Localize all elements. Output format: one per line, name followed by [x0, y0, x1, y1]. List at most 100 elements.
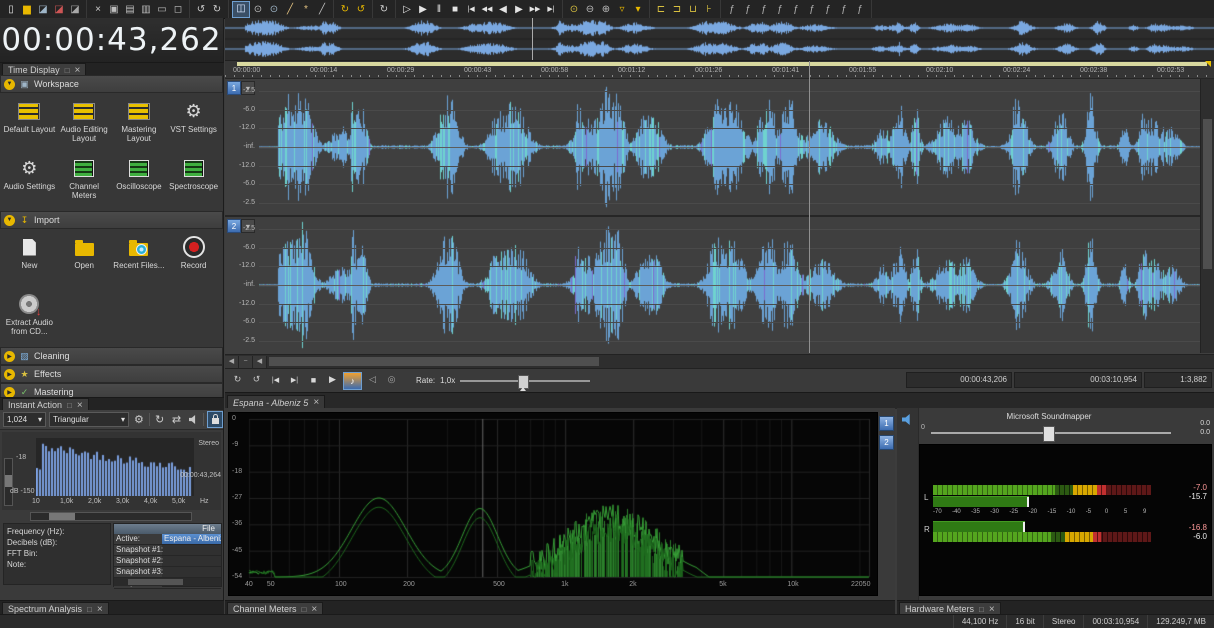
snap-4-icon[interactable]: ⊦	[701, 2, 717, 17]
scroll-left-icon[interactable]: ◀	[225, 355, 239, 368]
edit-tool-icon[interactable]: ╱	[282, 2, 298, 17]
forward-icon[interactable]: ▶	[511, 2, 527, 17]
speaker-mute-icon[interactable]: ◁	[364, 372, 381, 388]
spectrum-plot[interactable]: -18 dB -150 Stereo 00:00:43,264 10 1,0k 2,…	[2, 432, 221, 510]
action-spectroscope[interactable]: Spectroscope	[167, 153, 220, 208]
maximize-icon[interactable]	[67, 400, 72, 410]
maximize-icon[interactable]	[65, 65, 70, 75]
close-icon[interactable]	[97, 604, 103, 615]
expand-arrow-icon[interactable]: ▶	[4, 368, 15, 380]
script-4-icon[interactable]: ƒ	[772, 2, 788, 17]
lock-icon[interactable]	[207, 411, 223, 428]
scroll-left2-icon[interactable]: ◀	[253, 355, 267, 368]
script-2-icon[interactable]: ƒ	[740, 2, 756, 17]
save-icon[interactable]: ◪	[35, 2, 51, 17]
table-row-active[interactable]: Active: Espana - Albeniz	[114, 534, 221, 545]
channel-meters-canvas[interactable]	[229, 413, 875, 593]
loop-end-marker[interactable]	[1205, 61, 1211, 67]
output-gain-slider[interactable]	[931, 426, 1171, 442]
close-icon[interactable]	[75, 65, 81, 76]
spectrum-canvas[interactable]	[36, 438, 194, 496]
waveform-display[interactable]: 1 ▾ -2.5 -6.0 -12.0 -inf. -12.0 -6.0 -2.5 2 ▾ …	[225, 79, 1214, 353]
zoom-out-icon[interactable]: ⊖	[582, 2, 598, 17]
script-3-icon[interactable]: ƒ	[756, 2, 772, 17]
collapse-arrow-icon[interactable]: ▼	[4, 78, 15, 90]
section-effects[interactable]: ▶ ★ Effects	[0, 365, 223, 383]
zoom-window-icon[interactable]: ⊕	[598, 2, 614, 17]
play-icon[interactable]: ▶	[415, 2, 431, 17]
script-5-icon[interactable]: ƒ	[788, 2, 804, 17]
action-new[interactable]: New	[3, 232, 56, 287]
refresh-icon[interactable]: ↻	[376, 2, 392, 17]
cut-icon[interactable]: ×	[90, 2, 106, 17]
action-audio-settings[interactable]: ⚙ Audio Settings	[3, 153, 56, 208]
table-row-snapshot1[interactable]: Snapshot #1:	[114, 545, 221, 556]
channel-1[interactable]: 1 ▾ -2.5 -6.0 -12.0 -inf. -12.0 -6.0 -2.5	[225, 79, 1214, 215]
action-vst-settings[interactable]: ⚙ VST Settings	[167, 96, 220, 151]
paste-icon[interactable]: ▤	[122, 2, 138, 17]
paste-special-icon[interactable]: ▥	[138, 2, 154, 17]
new-file-icon[interactable]: ▯	[3, 2, 19, 17]
region-icon[interactable]: ▾	[630, 2, 646, 17]
marker-icon[interactable]: ▿	[614, 2, 630, 17]
close-icon[interactable]	[311, 604, 317, 615]
redo-icon[interactable]: ↻	[209, 2, 225, 17]
script-8-icon[interactable]: ƒ	[836, 2, 852, 17]
fast-forward-icon[interactable]: ▶▶	[527, 2, 543, 17]
maximize-icon[interactable]	[302, 604, 307, 614]
script-9-icon[interactable]: ƒ	[852, 2, 868, 17]
action-mastering-layout[interactable]: Mastering Layout	[113, 96, 166, 151]
zoom-wave-icon[interactable]: ⊙	[266, 2, 282, 17]
zoom-selection-icon[interactable]: ⊙	[250, 2, 266, 17]
hscroll-thumb[interactable]	[269, 357, 599, 366]
meter-channel-2-button[interactable]: 2	[879, 435, 894, 450]
time-ruler[interactable]: 00:00:00 00:00:14 00:00:29 00:00:43 00:00:58…	[225, 61, 1214, 79]
action-audio-editing-layout[interactable]: Audio Editing Layout	[58, 96, 111, 151]
wave-view-active-icon[interactable]: ◫	[232, 0, 250, 18]
snap-3-icon[interactable]: ⊔	[685, 2, 701, 17]
crop-icon[interactable]: ◻	[170, 2, 186, 17]
stop-icon[interactable]: ■	[305, 372, 322, 388]
pencil-tool-icon[interactable]: ╱	[314, 2, 330, 17]
script-6-icon[interactable]: ƒ	[804, 2, 820, 17]
tab-document[interactable]: Espana - Albeniz 5	[227, 395, 326, 409]
action-record[interactable]: Record	[167, 232, 220, 287]
speaker-monitor-icon[interactable]: ◎	[383, 372, 400, 388]
snap-1-icon[interactable]: ⊏	[653, 2, 669, 17]
script-1-icon[interactable]: ƒ	[724, 2, 740, 17]
action-channel-meters[interactable]: Channel Meters	[58, 153, 111, 208]
action-default-layout[interactable]: Default Layout	[3, 96, 56, 151]
rewind-icon[interactable]: ◀◀	[479, 2, 495, 17]
scroll-minus-icon[interactable]: −	[239, 355, 253, 368]
gain-slider-handle[interactable]	[1043, 426, 1055, 442]
stop-icon[interactable]: ■	[447, 2, 463, 17]
loop-a-icon[interactable]: ↻	[337, 2, 353, 17]
loop-region-bar[interactable]	[237, 62, 1207, 66]
go-to-end-icon[interactable]: ▶|	[286, 372, 303, 388]
maximize-icon[interactable]	[979, 604, 984, 614]
table-row-snapshot3[interactable]: Snapshot #3:	[114, 567, 221, 578]
go-to-start-icon[interactable]: |◀	[267, 372, 284, 388]
snap-2-icon[interactable]: ⊐	[669, 2, 685, 17]
playhead-cursor[interactable]	[809, 61, 810, 353]
script-7-icon[interactable]: ƒ	[820, 2, 836, 17]
play-all-icon[interactable]: ▷	[399, 2, 415, 17]
refresh-icon[interactable]: ↻	[153, 412, 167, 427]
table-hscrollbar[interactable]	[114, 578, 221, 586]
settings-gear-icon[interactable]: ⚙	[132, 412, 146, 427]
meter-channel-1-button[interactable]: 1	[879, 416, 894, 431]
section-import[interactable]: ▼ ↧ Import	[0, 211, 223, 229]
save-as-icon[interactable]: ◪	[67, 2, 83, 17]
play-icon[interactable]: ▶	[324, 372, 341, 388]
close-icon[interactable]	[313, 397, 319, 408]
speaker-icon[interactable]	[902, 414, 910, 425]
go-end-icon[interactable]: ▶|	[543, 2, 559, 17]
loop-b-icon[interactable]: ↺	[353, 2, 369, 17]
fft-size-select[interactable]: 1,024 ▾	[3, 412, 47, 427]
channel-2[interactable]: 2 ▾ -2.5 -6.0 -12.0 -inf. -12.0 -6.0 -2.5	[225, 217, 1214, 353]
table-row-snapshot2[interactable]: Snapshot #2:	[114, 556, 221, 567]
channel-meters-chart[interactable]: 0 -9 -18 -27 -36 -45 -54 40 50 100 200 500 1k 2k 5k 10…	[228, 412, 878, 596]
scrub-tool-active-icon[interactable]: ♪	[343, 371, 362, 390]
rate-slider[interactable]	[460, 374, 591, 391]
action-extract-audio-cd[interactable]: Extract Audio from CD...	[3, 289, 56, 344]
